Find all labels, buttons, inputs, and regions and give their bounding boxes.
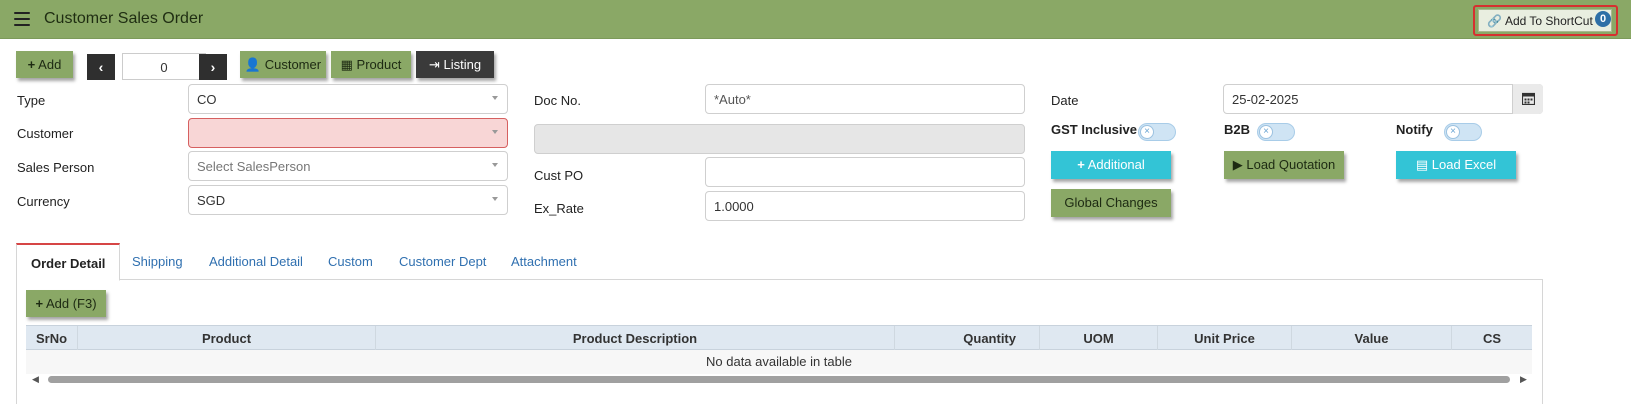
plus-icon: + — [1077, 157, 1085, 172]
shortcut-highlight: 🔗 Add To ShortCut 0 — [1473, 5, 1618, 36]
horizontal-scrollbar[interactable]: ◀ ▶ — [26, 374, 1532, 386]
load-excel-button[interactable]: ▤ Load Excel — [1396, 151, 1516, 179]
customer-name-field — [534, 124, 1025, 154]
chevron-down-icon — [492, 96, 498, 100]
chevron-right-icon: › — [210, 59, 216, 75]
calendar-icon — [1522, 92, 1535, 105]
date-label: Date — [1051, 93, 1079, 108]
scroll-right-icon[interactable]: ▶ — [1520, 374, 1527, 385]
doc-no-label: Doc No. — [534, 93, 581, 108]
ex-rate-field[interactable]: 1.0000 — [705, 191, 1025, 221]
b2b-label: B2B — [1224, 122, 1251, 137]
currency-value: SGD — [197, 193, 226, 208]
load-excel-label: Load Excel — [1431, 157, 1497, 172]
cust-po-label: Cust PO — [534, 168, 584, 183]
chevron-down-icon — [492, 197, 498, 201]
date-field[interactable]: 25-02-2025 — [1223, 84, 1543, 114]
detail-tabs: Order Detail Shipping Additional Detail … — [16, 243, 1543, 281]
b2b-toggle[interactable]: × — [1257, 123, 1295, 141]
global-changes-button[interactable]: Global Changes — [1051, 189, 1171, 217]
type-label: Type — [17, 93, 46, 108]
plus-icon: + — [27, 57, 36, 72]
column-header[interactable]: CS — [1452, 326, 1532, 351]
table-header: SrNo Product Product Description Quantit… — [26, 325, 1532, 351]
page-title: Customer Sales Order — [44, 10, 204, 27]
sales-person-select[interactable]: Select SalesPerson — [188, 151, 508, 181]
plus-icon: + — [35, 296, 44, 311]
column-header[interactable]: Quantity — [895, 326, 1040, 351]
additional-label: Additional — [1087, 157, 1145, 172]
global-changes-label: Global Changes — [1064, 195, 1158, 210]
title-bar: Customer Sales Order 🔗 Add To ShortCut 0 — [0, 0, 1631, 39]
column-header[interactable]: UOM — [1040, 326, 1158, 351]
user-icon: 👤 — [244, 57, 262, 72]
chevron-left-icon: ‹ — [98, 59, 104, 75]
shortcut-count-badge: 0 — [1595, 11, 1611, 27]
add-label: Add — [38, 57, 62, 72]
toggle-off-icon: × — [1446, 125, 1460, 139]
chevron-down-icon — [492, 163, 498, 167]
tab-attachment[interactable]: Attachment — [511, 243, 577, 280]
type-value: CO — [197, 92, 217, 107]
load-quotation-button[interactable]: ▶ Load Quotation — [1224, 151, 1344, 179]
scrollbar-thumb[interactable] — [48, 376, 1510, 383]
column-header[interactable]: Value — [1292, 326, 1452, 351]
product-button[interactable]: ▦ Product — [331, 51, 411, 78]
add-row-label: Add (F3) — [45, 296, 97, 311]
chevron-down-icon — [492, 130, 498, 134]
link-icon: 🔗 — [1487, 14, 1502, 28]
add-to-shortcut-button[interactable]: 🔗 Add To ShortCut 0 — [1478, 9, 1612, 32]
column-header[interactable]: Product — [78, 326, 376, 351]
previous-record-button[interactable]: ‹ — [87, 54, 115, 80]
type-select[interactable]: CO — [188, 84, 508, 114]
excel-file-icon: ▤ — [1415, 157, 1429, 172]
notify-label: Notify — [1396, 122, 1433, 137]
sales-person-label: Sales Person — [17, 160, 95, 175]
empty-table-message: No data available in table — [26, 350, 1532, 374]
sales-person-placeholder: Select SalesPerson — [197, 159, 311, 174]
ex-rate-label: Ex_Rate — [534, 201, 584, 216]
calendar-button[interactable] — [1512, 84, 1543, 114]
record-number-input[interactable]: 0 — [122, 53, 206, 80]
play-circle-icon: ▶ — [1232, 157, 1243, 172]
grid-icon: ▦ — [340, 57, 353, 72]
load-quotation-label: Load Quotation — [1246, 157, 1336, 172]
gst-inclusive-toggle[interactable]: × — [1138, 123, 1176, 141]
tab-customer-dept[interactable]: Customer Dept — [399, 243, 486, 280]
tab-additional-detail[interactable]: Additional Detail — [209, 243, 303, 280]
additional-button[interactable]: + Additional — [1051, 151, 1171, 179]
listing-button-label: Listing — [443, 57, 482, 72]
customer-label: Customer — [17, 126, 74, 141]
gst-inclusive-label: GST Inclusive — [1051, 122, 1137, 137]
hamburger-icon[interactable] — [14, 12, 30, 26]
add-row-button[interactable]: + Add (F3) — [26, 290, 106, 317]
add-button[interactable]: + Add — [16, 51, 73, 78]
doc-no-field[interactable]: *Auto* — [705, 84, 1025, 114]
product-button-label: Product — [356, 57, 402, 72]
sign-out-icon: ⇥ — [428, 57, 440, 72]
next-record-button[interactable]: › — [199, 54, 227, 80]
column-header[interactable]: SrNo — [26, 326, 78, 351]
cust-po-field[interactable] — [705, 157, 1025, 187]
toggle-off-icon: × — [1259, 125, 1273, 139]
column-header[interactable]: Product Description — [376, 326, 895, 351]
tab-order-detail[interactable]: Order Detail — [16, 243, 121, 281]
shortcut-label: Add To ShortCut — [1504, 14, 1593, 28]
customer-select[interactable] — [188, 118, 508, 148]
customer-button[interactable]: 👤 Customer — [240, 51, 326, 78]
tab-custom[interactable]: Custom — [328, 243, 373, 280]
notify-toggle[interactable]: × — [1444, 123, 1482, 141]
toggle-off-icon: × — [1140, 125, 1154, 139]
customer-button-label: Customer — [264, 57, 322, 72]
scroll-left-icon[interactable]: ◀ — [32, 374, 39, 385]
tab-shipping[interactable]: Shipping — [132, 243, 183, 280]
listing-button[interactable]: ⇥ Listing — [416, 51, 494, 78]
currency-select[interactable]: SGD — [188, 185, 508, 215]
currency-label: Currency — [17, 194, 70, 209]
column-header[interactable]: Unit Price — [1158, 326, 1292, 351]
